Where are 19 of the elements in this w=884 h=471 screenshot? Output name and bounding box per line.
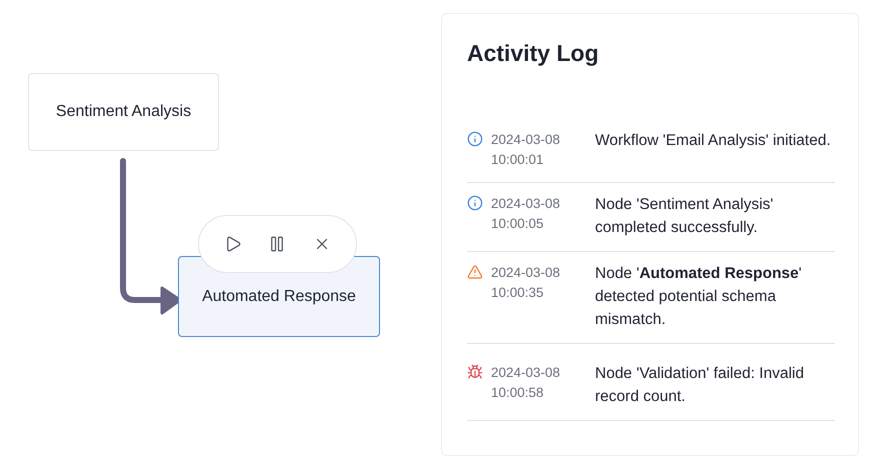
info-icon [467, 195, 483, 211]
log-message: Node 'Sentiment Analysis' completed successfully. [595, 195, 774, 238]
log-date: 2024-03-08 [491, 264, 562, 282]
log-message: Node 'Automated Response' detected potential schema mismatch. [595, 264, 803, 330]
log-time: 10:00:35 [491, 284, 545, 302]
warning-icon [467, 264, 483, 280]
log-date: 2024-03-08 [491, 364, 562, 382]
log-date: 2024-03-08 [491, 131, 562, 149]
log-message: Node 'Validation' failed: Invalid record count. [595, 364, 805, 407]
log-time: 10:00:58 [491, 384, 545, 402]
panel-title: Activity Log [467, 40, 600, 67]
log-message: Workflow 'Email Analysis' initiated. [595, 131, 832, 151]
workflow-node[interactable]: Sentiment Analysis [28, 73, 219, 151]
log-time: 10:00:05 [491, 215, 545, 233]
log-time: 10:00:01 [491, 151, 545, 169]
play-icon [224, 235, 242, 253]
bug-icon [467, 364, 483, 380]
log-date: 2024-03-08 [491, 195, 562, 213]
info-icon [467, 131, 483, 147]
